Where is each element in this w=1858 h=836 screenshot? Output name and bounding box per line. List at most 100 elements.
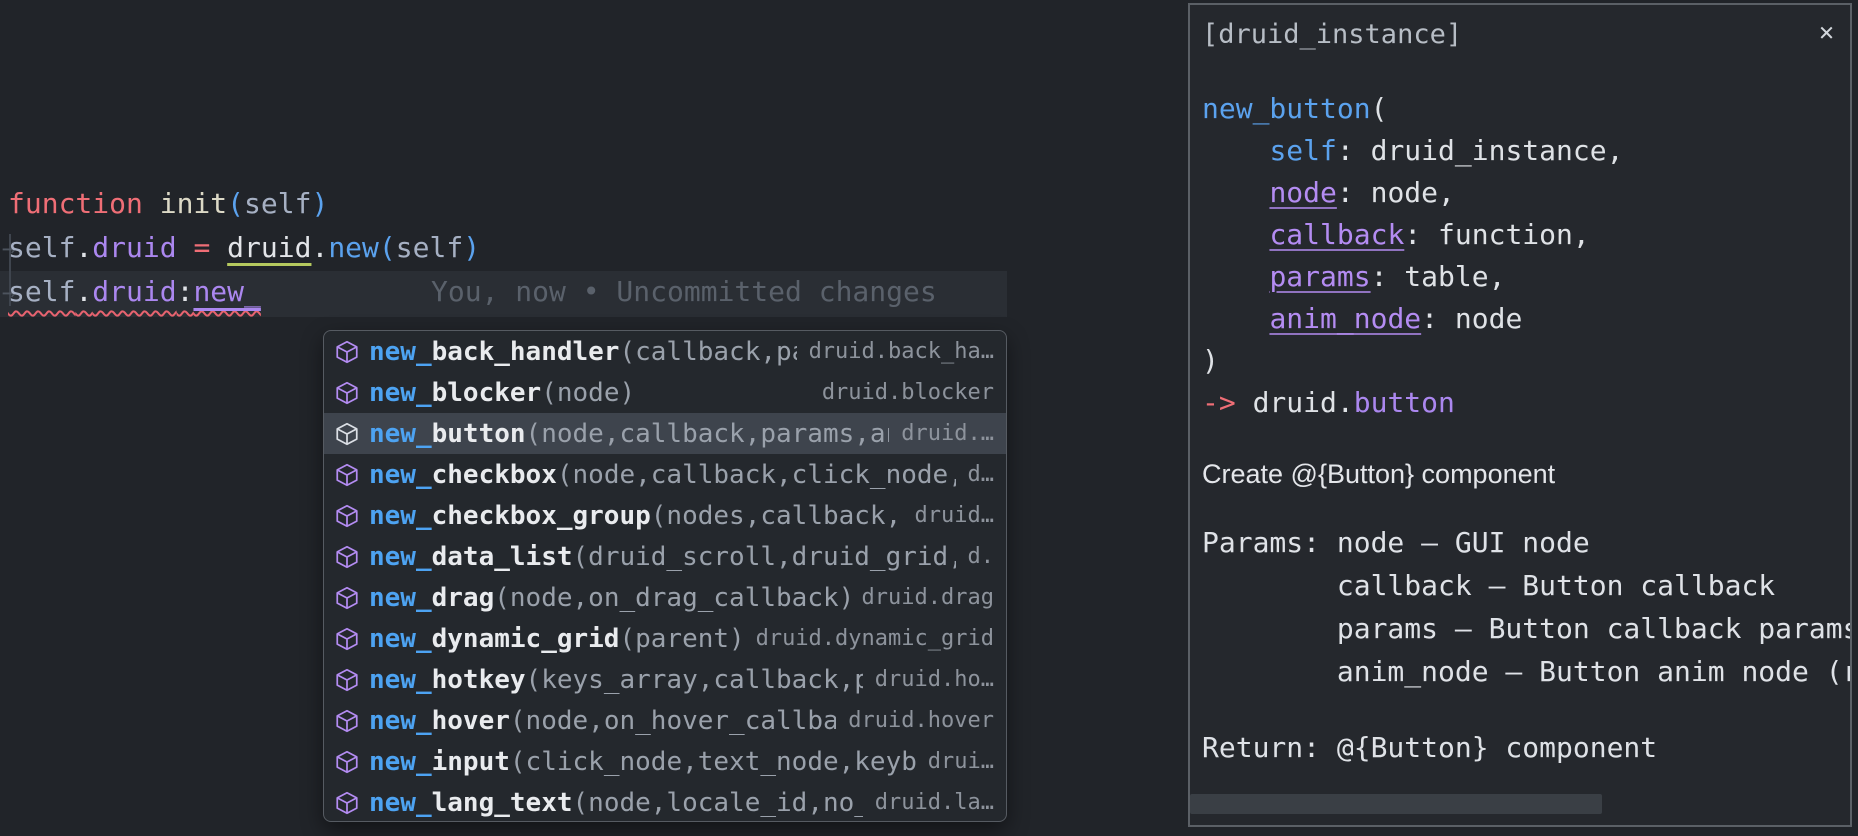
signature-line: self: druid_instance, <box>1202 130 1623 172</box>
completion-name-text: lang_text <box>432 788 573 818</box>
completion-match-text: new_ <box>369 419 432 449</box>
code-segment <box>177 231 194 264</box>
completion-label: new_checkbox(node,callback,click_node,in… <box>369 460 956 490</box>
completion-module: d. <box>956 544 995 569</box>
completion-match-text: new_ <box>369 747 432 777</box>
cube-icon <box>334 503 360 529</box>
doc-description: Create @{Button} component <box>1202 456 1555 492</box>
code-segment: : node <box>1421 302 1522 335</box>
completion-params-text: (node,callback,params,anim_… <box>526 419 890 449</box>
completion-module: druid.back_ha… <box>797 339 994 364</box>
completion-match-text: new_ <box>369 378 432 408</box>
completion-params-text: (nodes,callback,cli… <box>651 501 903 531</box>
completion-item[interactable]: new_button(node,callback,params,anim_…dr… <box>324 413 1006 454</box>
param-line: anim_node – Button anim node (r <box>1202 650 1852 693</box>
completion-item[interactable]: new_back_handler(callback,para…druid.bac… <box>324 331 1006 372</box>
completion-name-text: checkbox <box>432 460 557 490</box>
completion-params-text: (click_node,text_node,keyboar… <box>510 747 916 777</box>
code-segment: new_ <box>193 275 260 308</box>
code-segment: : <box>177 275 194 308</box>
completion-module: druid.dynamic_grid <box>744 626 994 651</box>
code-segment: self <box>8 275 75 308</box>
completion-params-text: (node,callback,click_node,ini… <box>557 460 956 490</box>
cube-icon <box>334 585 360 611</box>
completion-label: new_blocker(node) <box>369 378 635 408</box>
cube-icon <box>334 462 360 488</box>
completion-params-text: (node,locale_id,no_ad… <box>573 788 863 818</box>
completion-label: new_back_handler(callback,para… <box>369 337 797 367</box>
code-segment: ) <box>463 231 480 264</box>
completion-label: new_data_list(druid_scroll,druid_grid,cr… <box>369 542 956 572</box>
code-segment: self <box>244 187 311 220</box>
completion-match-text: new_ <box>369 337 432 367</box>
completion-item[interactable]: new_checkbox_group(nodes,callback,cli…dr… <box>324 495 1006 536</box>
signature-line: anim_node: node <box>1202 298 1623 340</box>
code-segment: self <box>8 231 75 264</box>
code-segment <box>210 231 227 264</box>
horizontal-scrollbar-thumb[interactable] <box>1190 794 1602 814</box>
completion-module: druid.blocker <box>810 380 994 405</box>
doc-title: [druid_instance] <box>1202 17 1462 53</box>
completion-item[interactable]: new_hover(node,on_hover_callback)druid.h… <box>324 700 1006 741</box>
code-segment: self <box>396 231 463 264</box>
completion-params-text: (node) <box>541 378 635 408</box>
code-segment: params <box>1269 260 1370 293</box>
cube-icon <box>334 708 360 734</box>
completion-item[interactable]: new_checkbox(node,callback,click_node,in… <box>324 454 1006 495</box>
cube-icon <box>334 749 360 775</box>
completion-item[interactable]: new_input(click_node,text_node,keyboar…d… <box>324 741 1006 782</box>
code-segment: druid. <box>1236 386 1354 419</box>
code-line[interactable]: self.druid:new_ <box>8 270 261 314</box>
code-segment: : function, <box>1404 218 1589 251</box>
completion-match-text: new_ <box>369 624 432 654</box>
completion-item[interactable]: new_lang_text(node,locale_id,no_ad…druid… <box>324 782 1006 822</box>
completion-label: new_drag(node,on_drag_callback) <box>369 583 850 613</box>
completion-module: druid.hover <box>836 708 994 733</box>
code-segment: druid <box>92 275 176 308</box>
completion-module: druid.… <box>889 421 994 446</box>
code-segment: callback <box>1269 218 1404 251</box>
completion-module: d… <box>956 462 995 487</box>
code-segment: button <box>1354 386 1455 419</box>
completion-label: new_lang_text(node,locale_id,no_ad… <box>369 788 863 818</box>
cube-icon <box>334 544 360 570</box>
completion-name-text: button <box>432 419 526 449</box>
completion-match-text: new_ <box>369 460 432 490</box>
completion-item[interactable]: new_data_list(druid_scroll,druid_grid,cr… <box>324 536 1006 577</box>
completion-module: druid… <box>903 503 994 528</box>
editor-background: { "editor": { "code_lines": [ {"segments… <box>0 0 1858 836</box>
completion-match-text: new_ <box>369 788 432 818</box>
completion-item[interactable]: new_dynamic_grid(parent)druid.dynamic_gr… <box>324 618 1006 659</box>
completion-item[interactable]: new_drag(node,on_drag_callback)druid.dra… <box>324 577 1006 618</box>
code-segment: ( <box>227 187 244 220</box>
completion-params-text: (parent) <box>619 624 743 654</box>
code-segment: : table, <box>1371 260 1506 293</box>
code-segment: ) <box>311 187 328 220</box>
cube-icon <box>334 626 360 652</box>
cube-icon <box>334 667 360 693</box>
code-segment: druid <box>227 231 311 264</box>
code-line[interactable]: self.druid = druid.new(self) <box>8 226 480 270</box>
completion-item[interactable]: new_blocker(node) druid.blocker <box>324 372 1006 413</box>
code-segment: function <box>8 187 143 220</box>
code-segment <box>143 187 160 220</box>
signature-line: new_button( <box>1202 88 1623 130</box>
code-segment: : druid_instance, <box>1337 134 1624 167</box>
code-segment <box>1202 218 1269 251</box>
error-squiggle: self.druid:new_ <box>8 275 261 308</box>
cube-icon <box>334 380 360 406</box>
completion-label: new_checkbox_group(nodes,callback,cli… <box>369 501 903 531</box>
completion-item[interactable]: new_hotkey(keys_array,callback,para…drui… <box>324 659 1006 700</box>
code-line[interactable]: function init(self) <box>8 182 328 226</box>
cube-icon <box>334 421 360 447</box>
signature-line: -> druid.button <box>1202 382 1623 424</box>
completion-label: new_dynamic_grid(parent) <box>369 624 744 654</box>
param-line: Params: node – GUI node <box>1202 521 1852 564</box>
code-segment: new <box>328 231 379 264</box>
completion-params-text: (druid_scroll,druid_grid,cre… <box>573 542 956 572</box>
code-segment: . <box>75 275 92 308</box>
code-segment <box>1202 302 1269 335</box>
code-segment: . <box>75 231 92 264</box>
close-icon[interactable]: ✕ <box>1819 15 1834 49</box>
completion-label: new_hotkey(keys_array,callback,para… <box>369 665 863 695</box>
